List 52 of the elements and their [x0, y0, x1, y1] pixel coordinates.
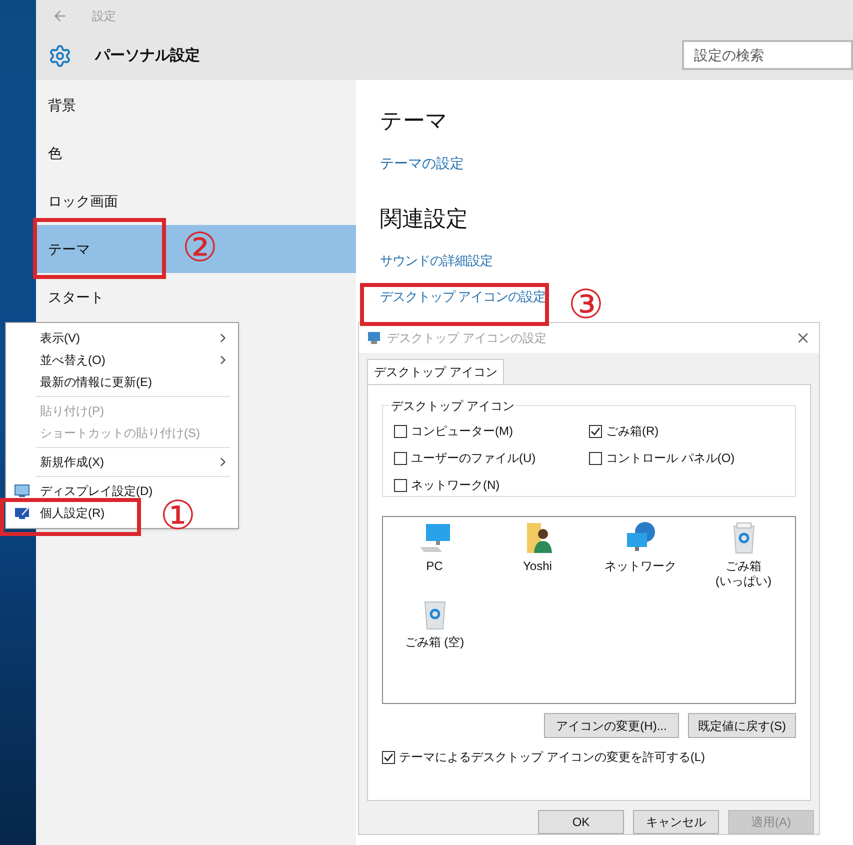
- checkbox-label[interactable]: テーマによるデスクトップ アイコンの変更を許可する(L): [399, 748, 705, 766]
- checkbox[interactable]: [589, 452, 602, 464]
- check-icon: [590, 426, 601, 436]
- checkbox-label[interactable]: ネットワーク(N): [411, 476, 500, 494]
- search-field[interactable]: 設定の検索: [682, 40, 853, 70]
- section-heading: テーマ: [380, 107, 448, 135]
- breadcrumb: 設定: [92, 8, 116, 25]
- step-number: ②: [182, 224, 218, 272]
- menu-item[interactable]: 並べ替え(O): [6, 352, 238, 368]
- step-number: ①: [160, 492, 196, 540]
- monitor-icon: [367, 331, 381, 345]
- checkbox[interactable]: [394, 424, 407, 438]
- page-title: パーソナル設定: [95, 46, 200, 66]
- icon-label[interactable]: Yoshi: [523, 559, 552, 574]
- sidebar-item[interactable]: スタート: [36, 273, 356, 321]
- checkbox-label[interactable]: コンピューター(M): [411, 422, 513, 440]
- menu-item[interactable]: 新規作成(X): [6, 454, 238, 470]
- icon-label[interactable]: ごみ箱 (いっぱい): [716, 559, 772, 589]
- monitor-icon: [14, 484, 30, 498]
- sidebar-item[interactable]: 色: [36, 129, 356, 177]
- change-icon-button[interactable]: アイコンの変更(H)...: [544, 713, 679, 738]
- menu-item[interactable]: 最新の情報に更新(E): [6, 374, 160, 390]
- group-title: デスクトップ アイコン: [389, 397, 516, 415]
- monitor-brush-icon: [14, 506, 30, 520]
- checkbox[interactable]: [382, 750, 395, 764]
- checkbox-label[interactable]: ごみ箱(R): [606, 422, 659, 440]
- checkbox-label[interactable]: コントロール パネル(O): [606, 449, 735, 467]
- icon-label[interactable]: PC: [426, 559, 443, 574]
- related-settings-link[interactable]: デスクトップ アイコンの設定: [380, 286, 546, 306]
- menu-item[interactable]: 個人設定(R): [6, 505, 113, 521]
- checkbox[interactable]: [394, 452, 407, 464]
- dialog-title: デスクトップ アイコンの設定: [387, 330, 546, 347]
- tab[interactable]: デスクトップ アイコン: [367, 359, 504, 384]
- step-number: ③: [568, 281, 604, 329]
- related-settings-link[interactable]: サウンドの詳細設定: [380, 251, 492, 270]
- sidebar-item[interactable]: 背景: [36, 81, 356, 129]
- restore-default-button[interactable]: 既定値に戻す(S): [688, 713, 796, 738]
- icon-label[interactable]: ごみ箱 (空): [404, 635, 464, 650]
- checkbox[interactable]: [394, 478, 407, 492]
- checkbox[interactable]: [589, 424, 602, 438]
- dialog-button[interactable]: OK: [538, 810, 624, 834]
- theme-settings-link[interactable]: テーマの設定: [380, 153, 464, 174]
- icon-label[interactable]: ネットワーク: [604, 559, 676, 574]
- menu-item[interactable]: 表示(V): [6, 330, 238, 346]
- dialog-button[interactable]: キャンセル: [633, 810, 719, 834]
- menu-item[interactable]: ディスプレイ設定(D): [6, 483, 161, 499]
- check-icon: [383, 752, 394, 762]
- checkbox-label[interactable]: ユーザーのファイル(U): [411, 449, 536, 467]
- sidebar-item[interactable]: ロック画面: [36, 177, 356, 225]
- settings-icon: [48, 44, 72, 68]
- section-heading: 関連設定: [380, 205, 468, 233]
- computer-icon: [418, 521, 452, 555]
